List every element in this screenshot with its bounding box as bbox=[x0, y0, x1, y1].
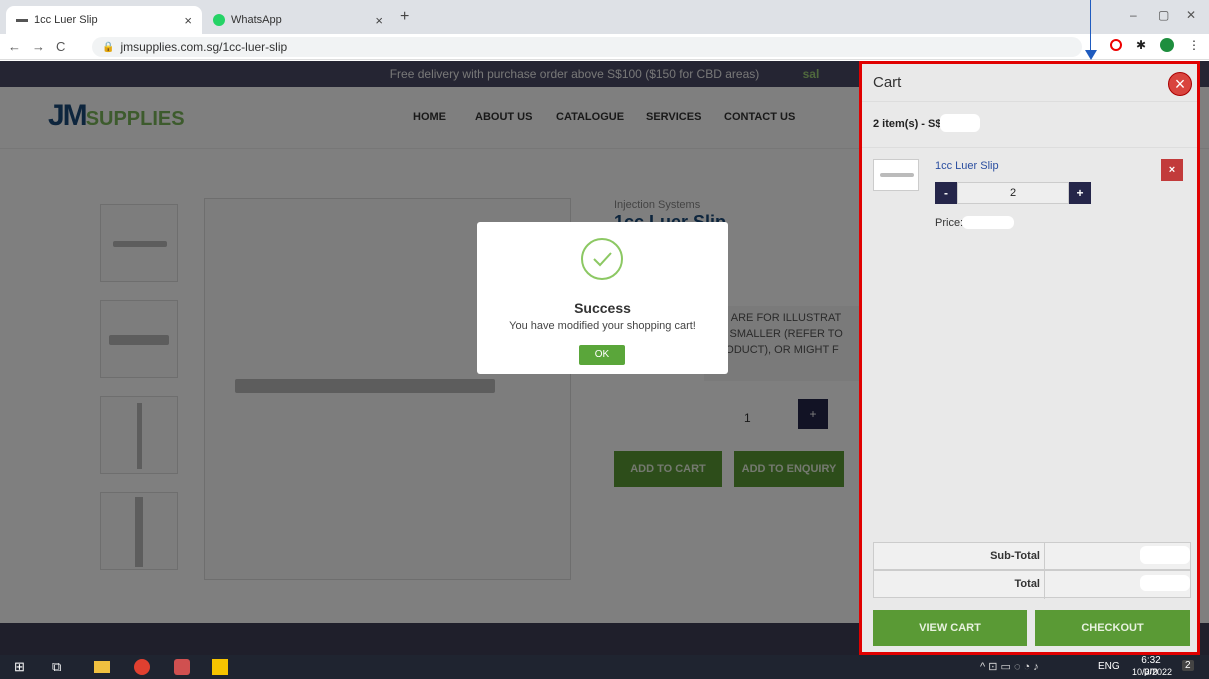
whatsapp-icon bbox=[213, 14, 225, 26]
opera-icon[interactable] bbox=[1110, 39, 1122, 51]
annotation-arrow-head-icon bbox=[1085, 50, 1097, 60]
cart-item-thumbnail[interactable] bbox=[873, 159, 919, 191]
redacted-total bbox=[1140, 575, 1190, 591]
subtotal-label: Sub-Total bbox=[990, 550, 1040, 562]
browser-tab-bar: 1cc Luer Slip × WhatsApp × + – ▢ ✕ bbox=[0, 0, 1209, 34]
cart-header: Cart × bbox=[862, 64, 1197, 102]
tab-1cc-luer-slip[interactable]: 1cc Luer Slip × bbox=[6, 6, 202, 34]
total-label: Total bbox=[1014, 578, 1040, 590]
cart-item-price-label: Price: bbox=[935, 217, 964, 229]
tab-close-icon[interactable]: × bbox=[375, 13, 383, 28]
minimize-button[interactable]: – bbox=[1130, 8, 1137, 22]
forward-arrow-icon[interactable]: → bbox=[32, 39, 45, 54]
cart-panel: Cart × 2 item(s) - S$ 1cc Luer Slip - 2 … bbox=[859, 61, 1200, 655]
redacted-total bbox=[940, 114, 980, 132]
tab-title: WhatsApp bbox=[231, 14, 282, 26]
tab-title: 1cc Luer Slip bbox=[34, 14, 98, 26]
language-indicator[interactable]: ENG bbox=[1098, 661, 1120, 672]
view-cart-button[interactable]: VIEW CART bbox=[873, 610, 1027, 646]
menu-kebab-icon[interactable]: ⋮ bbox=[1188, 38, 1200, 52]
syringe-image bbox=[880, 173, 914, 177]
window-close-button[interactable]: ✕ bbox=[1186, 8, 1196, 22]
redacted-subtotal bbox=[1140, 546, 1190, 564]
windows-taskbar: ⊞ ⧉ ^ ⊡ ▭ ◌ ◔ ♪ ENG 6:32 pm 10/3/2022 2 bbox=[0, 655, 1209, 679]
total-row: Total bbox=[873, 570, 1191, 599]
dialog-message: You have modified your shopping cart! bbox=[509, 320, 696, 332]
tab-close-icon[interactable]: × bbox=[184, 13, 192, 28]
check-circle-icon bbox=[581, 238, 623, 280]
url-field[interactable]: 🔒 jmsupplies.com.sg/1cc-luer-slip bbox=[92, 37, 1082, 57]
cart-summary-row: 2 item(s) - S$ bbox=[862, 102, 1197, 148]
divider bbox=[1044, 543, 1045, 571]
file-explorer-icon[interactable] bbox=[94, 661, 110, 673]
lock-icon: 🔒 bbox=[102, 41, 115, 53]
address-bar-row: ← → C 🔒 jmsupplies.com.sg/1cc-luer-slip … bbox=[0, 34, 1209, 60]
clock-date[interactable]: 10/3/2022 bbox=[1130, 667, 1174, 677]
tab-whatsapp[interactable]: WhatsApp × bbox=[203, 6, 393, 34]
notification-badge[interactable]: 2 bbox=[1182, 660, 1194, 671]
annotation-arrow-line bbox=[1090, 0, 1091, 52]
system-tray-icons[interactable]: ^ ⊡ ▭ ◌ ◔ ♪ bbox=[980, 660, 1039, 673]
sticky-notes-icon[interactable] bbox=[212, 659, 228, 675]
ok-button[interactable]: OK bbox=[579, 345, 625, 365]
qty-plus-button[interactable]: + bbox=[1069, 182, 1091, 204]
subtotal-row: Sub-Total bbox=[873, 542, 1191, 571]
success-dialog: Success You have modified your shopping … bbox=[477, 222, 728, 374]
reload-icon[interactable]: C bbox=[56, 39, 65, 54]
new-tab-button[interactable]: + bbox=[400, 8, 409, 26]
profile-avatar[interactable] bbox=[1160, 38, 1174, 52]
divider bbox=[1044, 571, 1045, 599]
tab-favicon-icon bbox=[16, 18, 28, 22]
chrome-icon[interactable] bbox=[134, 659, 150, 675]
maximize-button[interactable]: ▢ bbox=[1158, 8, 1169, 22]
cart-title: Cart bbox=[873, 74, 902, 91]
dialog-title: Success bbox=[574, 300, 631, 316]
extensions-icon[interactable]: ✱ bbox=[1136, 38, 1146, 52]
url-text: jmsupplies.com.sg/1cc-luer-slip bbox=[120, 40, 288, 54]
task-view-icon[interactable]: ⧉ bbox=[52, 659, 68, 675]
checkout-button[interactable]: CHECKOUT bbox=[1035, 610, 1190, 646]
cart-item-name[interactable]: 1cc Luer Slip bbox=[935, 160, 999, 172]
cart-summary: 2 item(s) - S$ bbox=[873, 118, 942, 130]
back-arrow-icon[interactable]: ← bbox=[8, 39, 21, 54]
app-icon[interactable] bbox=[174, 659, 190, 675]
qty-field[interactable]: 2 bbox=[957, 182, 1069, 204]
remove-item-button[interactable]: × bbox=[1161, 159, 1183, 181]
cart-close-icon[interactable]: × bbox=[1168, 72, 1192, 96]
qty-minus-button[interactable]: - bbox=[935, 182, 957, 204]
redacted-price bbox=[962, 216, 1014, 229]
windows-start-icon[interactable]: ⊞ bbox=[14, 659, 30, 675]
